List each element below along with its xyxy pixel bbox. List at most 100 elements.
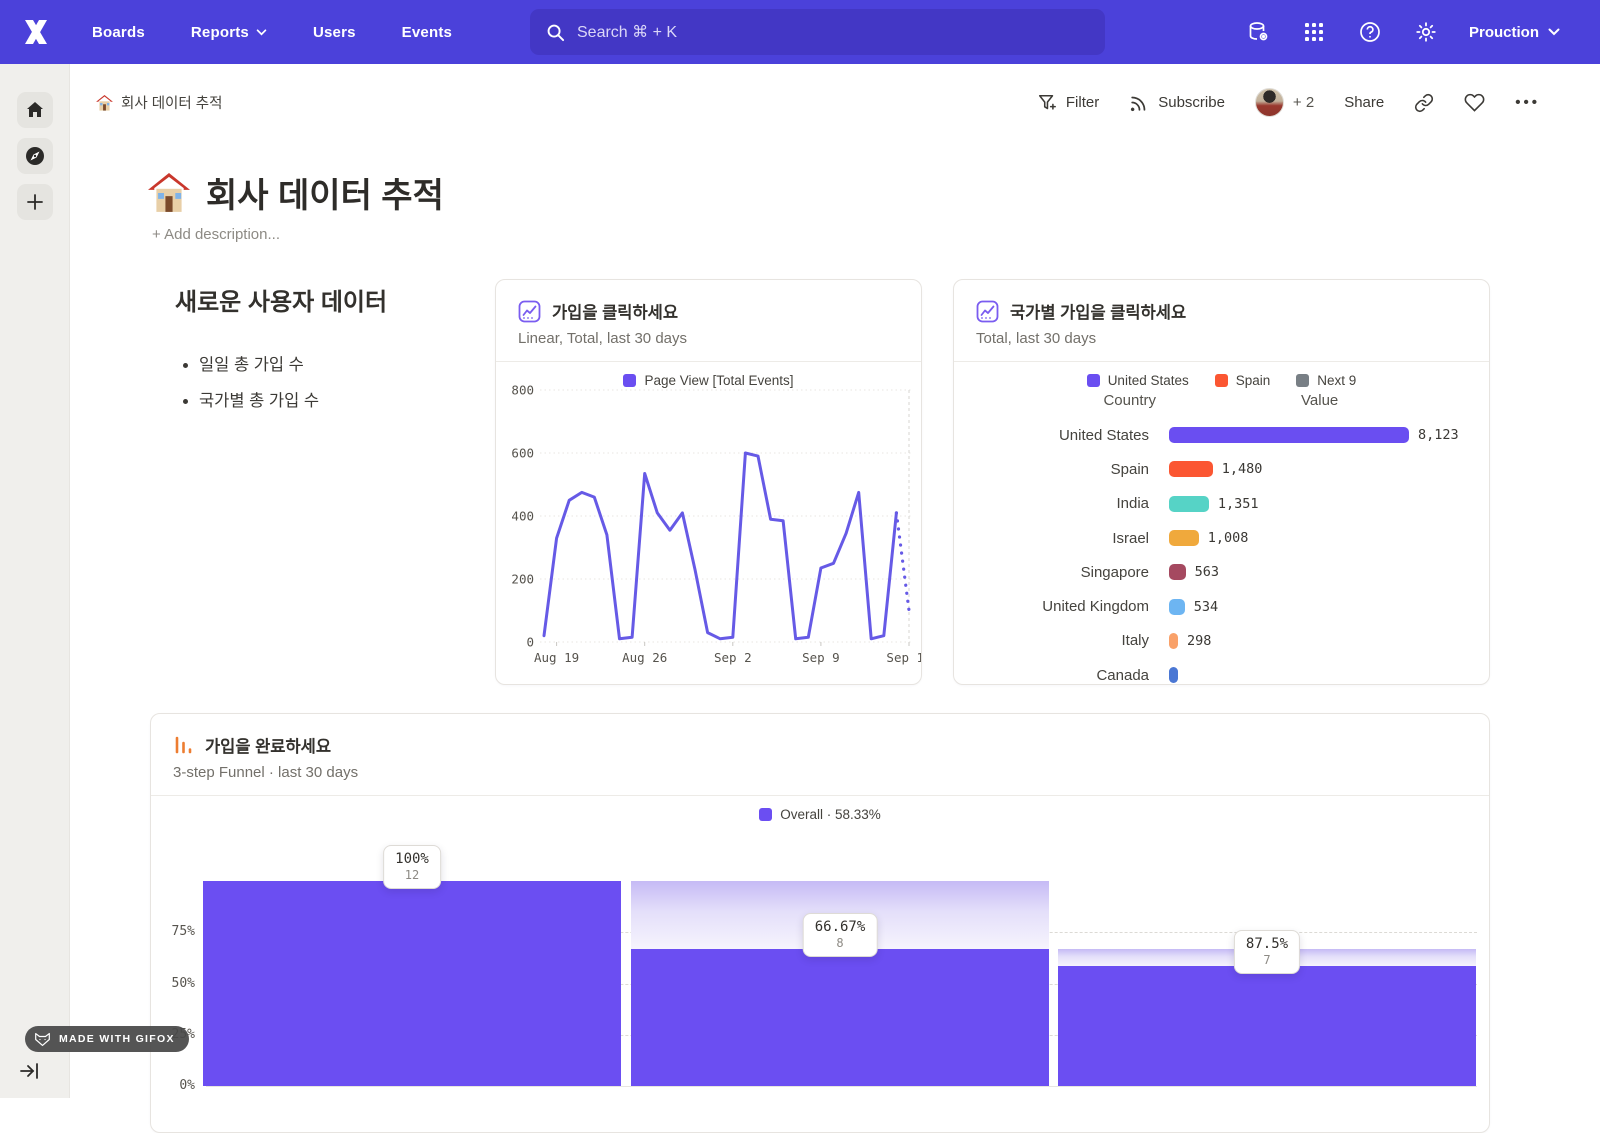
line-chart-card[interactable]: 가입을 클릭하세요 Linear, Total, last 30 days Pa…	[495, 279, 922, 685]
data-management-icon[interactable]	[1245, 19, 1271, 45]
bar-rows: United States8,123Spain1,480India1,351Is…	[954, 418, 1489, 685]
page-title-text: 회사 데이터 추적	[206, 168, 444, 217]
column-country: Country	[954, 392, 1156, 409]
svg-text:Sep 9: Sep 9	[802, 650, 840, 665]
bullet-item: 일일 총 가입 수	[199, 351, 465, 375]
bar-legend-item[interactable]: Spain	[1215, 373, 1271, 388]
country-label: United Kingdom	[954, 598, 1149, 615]
mixpanel-logo-icon[interactable]	[18, 15, 54, 49]
subscribe-button[interactable]: Subscribe	[1129, 93, 1225, 113]
svg-text:200: 200	[511, 572, 534, 587]
nav-item-reports[interactable]: Reports	[191, 24, 267, 41]
table-row[interactable]: Canada	[954, 658, 1489, 685]
filter-label: Filter	[1066, 94, 1099, 111]
table-row[interactable]: India1,351	[954, 487, 1489, 521]
country-label: India	[954, 495, 1149, 512]
bar-card-title: 국가별 가입을 클릭하세요	[1010, 299, 1186, 323]
discover-button[interactable]	[17, 138, 53, 174]
nav-item-label: Boards	[92, 24, 145, 41]
arrow-to-bar-icon	[20, 1062, 40, 1080]
board-toolbar: 회사 데이터 추적 Filter Subscribe + 2 Share •••	[70, 80, 1600, 128]
apps-grid-icon[interactable]	[1301, 19, 1327, 45]
bar-legend-item[interactable]: Next 9	[1296, 373, 1356, 388]
country-bar-card[interactable]: 국가별 가입을 클릭하세요 Total, last 30 days United…	[953, 279, 1490, 685]
line-chart-icon	[518, 300, 541, 323]
add-description-button[interactable]: + Add description...	[152, 226, 280, 243]
axis-baseline	[206, 1086, 1477, 1087]
house-emoji-icon	[96, 95, 113, 111]
gifox-badge: MADE WITH GIFOX	[25, 1026, 189, 1052]
text-card-heading: 새로운 사용자 데이터	[175, 282, 465, 317]
collaborators[interactable]: + 2	[1255, 88, 1314, 117]
more-options-button[interactable]: •••	[1515, 94, 1540, 111]
country-bar	[1169, 496, 1209, 512]
country-label: Singapore	[954, 564, 1149, 581]
legend-swatch	[1087, 374, 1100, 387]
country-label: Canada	[954, 667, 1149, 684]
home-button[interactable]	[17, 92, 53, 128]
line-chart-icon	[976, 300, 999, 323]
bar-legend-item[interactable]: United States	[1087, 373, 1189, 388]
breadcrumb[interactable]: 회사 데이터 추적	[96, 92, 222, 113]
country-value: 534	[1194, 599, 1218, 615]
nav-item-users[interactable]: Users	[313, 24, 356, 41]
funnel-bar[interactable]	[203, 881, 621, 1086]
nav-item-events[interactable]: Events	[402, 24, 452, 41]
table-row[interactable]: Spain1,480	[954, 452, 1489, 486]
table-row[interactable]: Israel1,008	[954, 521, 1489, 555]
collapse-sidebar-button[interactable]	[20, 1062, 40, 1080]
table-row[interactable]: United Kingdom 534	[954, 589, 1489, 623]
country-bar	[1169, 633, 1178, 649]
rss-icon	[1129, 93, 1149, 113]
search-input[interactable]: Search ⌘ + K	[530, 9, 1105, 55]
funnel-card[interactable]: 가입을 완료하세요 3-step Funnel · last 30 days O…	[150, 713, 1490, 1133]
legend-swatch	[1296, 374, 1309, 387]
divider	[496, 361, 921, 362]
left-rail	[0, 64, 70, 1098]
country-bar	[1169, 667, 1178, 683]
nav-item-boards[interactable]: Boards	[92, 24, 145, 41]
share-button[interactable]: Share	[1344, 94, 1384, 111]
y-axis-label: 50%	[155, 976, 195, 991]
copy-link-button[interactable]	[1414, 93, 1434, 113]
share-label: Share	[1344, 94, 1384, 111]
legend-label: Spain	[1236, 373, 1271, 388]
filter-icon	[1037, 93, 1057, 113]
filter-button[interactable]: Filter	[1037, 93, 1099, 113]
funnel-bar[interactable]	[1058, 966, 1476, 1086]
add-board-button[interactable]	[17, 184, 53, 220]
conversion-rate: 100%	[395, 851, 429, 867]
funnel-bar[interactable]	[631, 949, 1049, 1086]
conversion-count: 8	[815, 936, 866, 950]
line-chart-plot[interactable]: 0200400600800Aug 19Aug 26Sep 2Sep 9Sep 1…	[496, 384, 921, 680]
divider	[954, 361, 1489, 362]
country-value: 8,123	[1418, 427, 1459, 443]
svg-text:400: 400	[511, 509, 534, 524]
subscribe-label: Subscribe	[1158, 94, 1225, 111]
chevron-down-icon	[256, 29, 267, 36]
country-value: 1,480	[1222, 461, 1263, 477]
table-row[interactable]: Singapore563	[954, 555, 1489, 589]
project-selector[interactable]: Prouction	[1469, 24, 1560, 41]
table-row[interactable]: United States8,123	[954, 418, 1489, 452]
gifox-label: MADE WITH GIFOX	[59, 1033, 175, 1045]
country-label: Italy	[954, 632, 1149, 649]
line-card-title: 가입을 클릭하세요	[552, 299, 678, 323]
country-bar	[1169, 530, 1199, 546]
svg-text:600: 600	[511, 446, 534, 461]
legend-swatch	[1215, 374, 1228, 387]
settings-gear-icon[interactable]	[1413, 19, 1439, 45]
house-emoji-icon	[148, 173, 190, 213]
table-row[interactable]: Italy298	[954, 624, 1489, 658]
favorite-button[interactable]	[1464, 92, 1485, 113]
avatar-more-count: + 2	[1293, 94, 1314, 111]
country-label: Israel	[954, 530, 1149, 547]
nav-item-label: Reports	[191, 24, 249, 41]
country-bar	[1169, 564, 1186, 580]
search-icon	[546, 23, 565, 42]
project-name: Prouction	[1469, 24, 1539, 41]
conversion-rate: 66.67%	[815, 919, 866, 935]
conversion-rate: 87.5%	[1246, 936, 1288, 952]
country-bar	[1169, 599, 1185, 615]
help-icon[interactable]	[1357, 19, 1383, 45]
